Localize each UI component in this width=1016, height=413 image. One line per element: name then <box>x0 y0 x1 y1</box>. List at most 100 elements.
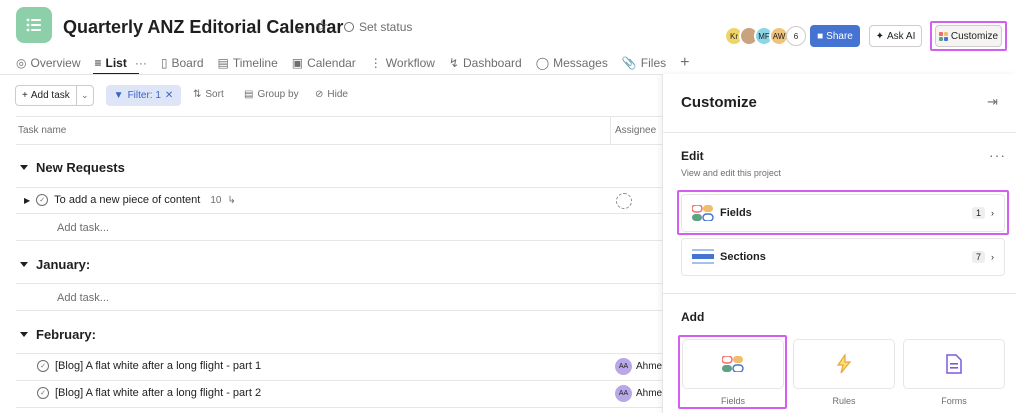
customize-button[interactable]: Customize <box>935 25 1002 47</box>
member-avatars[interactable]: Kr MF AW 6 <box>724 26 806 46</box>
form-document-icon <box>946 354 962 374</box>
divider <box>663 132 1016 133</box>
divider <box>0 74 662 75</box>
divider <box>16 310 662 311</box>
filter-icon: ▼ <box>113 90 124 101</box>
avatar: AA <box>615 385 632 402</box>
set-status-button[interactable]: Set status <box>344 20 412 34</box>
add-rules-tile[interactable] <box>793 339 895 389</box>
task-row[interactable]: ▶ ✓ To add a new piece of content 10 ↳ <box>24 194 236 206</box>
more-icon[interactable]: ··· <box>135 56 147 70</box>
customize-icon <box>938 31 948 41</box>
tab-workflow[interactable]: ⋮ Workflow <box>370 55 435 71</box>
add-task-inline[interactable]: Add task... <box>57 222 109 234</box>
more-options-icon[interactable]: ··· <box>989 147 1006 163</box>
sparkle-icon: ✦ <box>875 30 885 42</box>
tab-messages[interactable]: ◯ Messages <box>536 55 608 71</box>
tile-label: Fields <box>720 396 745 406</box>
add-heading: Add <box>681 310 705 324</box>
section-header[interactable]: New Requests <box>20 160 125 175</box>
app-window: Quarterly ANZ Editorial Calendar ⌄ ☆ Set… <box>0 0 1016 413</box>
tab-timeline[interactable]: ▤ Timeline <box>218 55 278 71</box>
sections-row[interactable]: Sections 7 › <box>681 238 1005 276</box>
customize-panel: Customize ⇥ Edit View and edit this proj… <box>662 74 1016 413</box>
tab-dashboard[interactable]: ↯ Dashboard <box>449 55 522 71</box>
dashboard-icon: ↯ <box>448 56 459 70</box>
calendar-icon: ▣ <box>291 56 304 70</box>
divider <box>16 213 662 214</box>
divider <box>16 116 662 117</box>
project-list-icon[interactable] <box>16 7 52 43</box>
section-header[interactable]: January: <box>20 257 90 272</box>
timeline-icon: ▤ <box>217 56 229 70</box>
divider <box>16 407 662 408</box>
overview-icon: ◎ <box>16 56 27 70</box>
complete-check-icon[interactable]: ✓ <box>37 360 49 372</box>
caret-down-icon[interactable] <box>20 262 28 267</box>
plus-icon: + <box>22 90 28 101</box>
edit-heading: Edit <box>681 149 704 163</box>
column-header-task[interactable]: Task name <box>18 125 66 136</box>
chevron-right-icon: › <box>991 252 994 262</box>
eye-slash-icon: ⊘ <box>315 89 324 100</box>
column-header-assignee[interactable]: Assignee <box>615 125 656 136</box>
fields-row[interactable]: Fields 1 › <box>681 194 1005 232</box>
tab-calendar[interactable]: ▣ Calendar <box>292 55 356 71</box>
assignee-cell[interactable]: AA Ahmet <box>615 385 665 402</box>
filter-chip[interactable]: ▼ Filter: 1 ✕ <box>106 85 181 106</box>
section-header[interactable]: February: <box>20 327 96 342</box>
divider <box>16 187 662 188</box>
divider <box>16 353 662 354</box>
tile-label: Rules <box>832 396 856 406</box>
group-by-button[interactable]: ▤ Group by <box>244 89 299 100</box>
add-forms-tile[interactable] <box>903 339 1005 389</box>
caret-down-icon[interactable] <box>20 332 28 337</box>
chevron-right-icon: › <box>991 208 994 218</box>
complete-check-icon[interactable]: ✓ <box>37 387 49 399</box>
complete-check-icon[interactable]: ✓ <box>36 194 49 206</box>
collapse-panel-icon[interactable]: ⇥ <box>987 94 998 110</box>
add-fields-tile[interactable] <box>682 339 784 389</box>
list-icon: ≡ <box>94 56 102 70</box>
lightning-icon <box>836 354 852 374</box>
fields-icon <box>722 356 744 372</box>
member-count: 6 <box>786 26 806 46</box>
tab-list[interactable]: ≡ List ··· <box>95 55 147 71</box>
message-icon: ◯ <box>535 56 550 70</box>
assignee-cell[interactable]: AA Ahmet <box>615 358 665 375</box>
subtask-count: 10 <box>210 194 222 206</box>
tab-files[interactable]: 📎 Files <box>622 55 666 71</box>
sections-count: 7 <box>971 251 985 263</box>
ask-ai-button[interactable]: ✦ Ask AI <box>869 25 922 47</box>
status-circle-icon <box>344 22 354 32</box>
hide-button[interactable]: ⊘ Hide <box>315 89 348 100</box>
chevron-down-icon[interactable]: ⌄ <box>294 19 305 35</box>
close-icon[interactable]: ✕ <box>165 90 173 101</box>
divider <box>610 116 611 144</box>
tab-overview[interactable]: ◎ Overview <box>16 55 81 71</box>
sort-button[interactable]: ⇅ Sort <box>193 89 224 100</box>
view-tabs: ◎ Overview ≡ List ··· ▯ Board ▤ Timeline ▣ Cal… <box>16 54 703 71</box>
fields-icon <box>692 205 714 221</box>
add-task-inline[interactable]: Add task... <box>57 292 109 304</box>
panel-title: Customize <box>681 94 757 111</box>
divider <box>663 293 1016 294</box>
divider <box>16 240 662 241</box>
sections-icon <box>692 249 714 264</box>
chevron-down-icon[interactable]: ⌄ <box>77 90 93 101</box>
share-button[interactable]: ■ Share <box>810 25 860 47</box>
add-task-button[interactable]: + Add task ⌄ <box>15 85 94 106</box>
divider <box>16 380 662 381</box>
unassigned-avatar-icon[interactable] <box>616 193 632 209</box>
add-tab-plus-icon[interactable]: + <box>680 54 689 71</box>
task-row[interactable]: ✓ [Blog] A flat white after a long fligh… <box>37 360 261 372</box>
workflow-icon: ⋮ <box>369 56 382 70</box>
caret-down-icon[interactable] <box>20 165 28 170</box>
star-icon[interactable]: ☆ <box>315 17 328 35</box>
tab-board[interactable]: ▯ Board <box>161 55 204 71</box>
group-icon: ▤ <box>244 89 254 100</box>
edit-subtitle: View and edit this project <box>681 168 781 178</box>
caret-right-icon[interactable]: ▶ <box>24 196 30 205</box>
sort-icon: ⇅ <box>193 89 202 100</box>
task-row[interactable]: ✓ [Blog] A flat white after a long fligh… <box>37 387 261 399</box>
